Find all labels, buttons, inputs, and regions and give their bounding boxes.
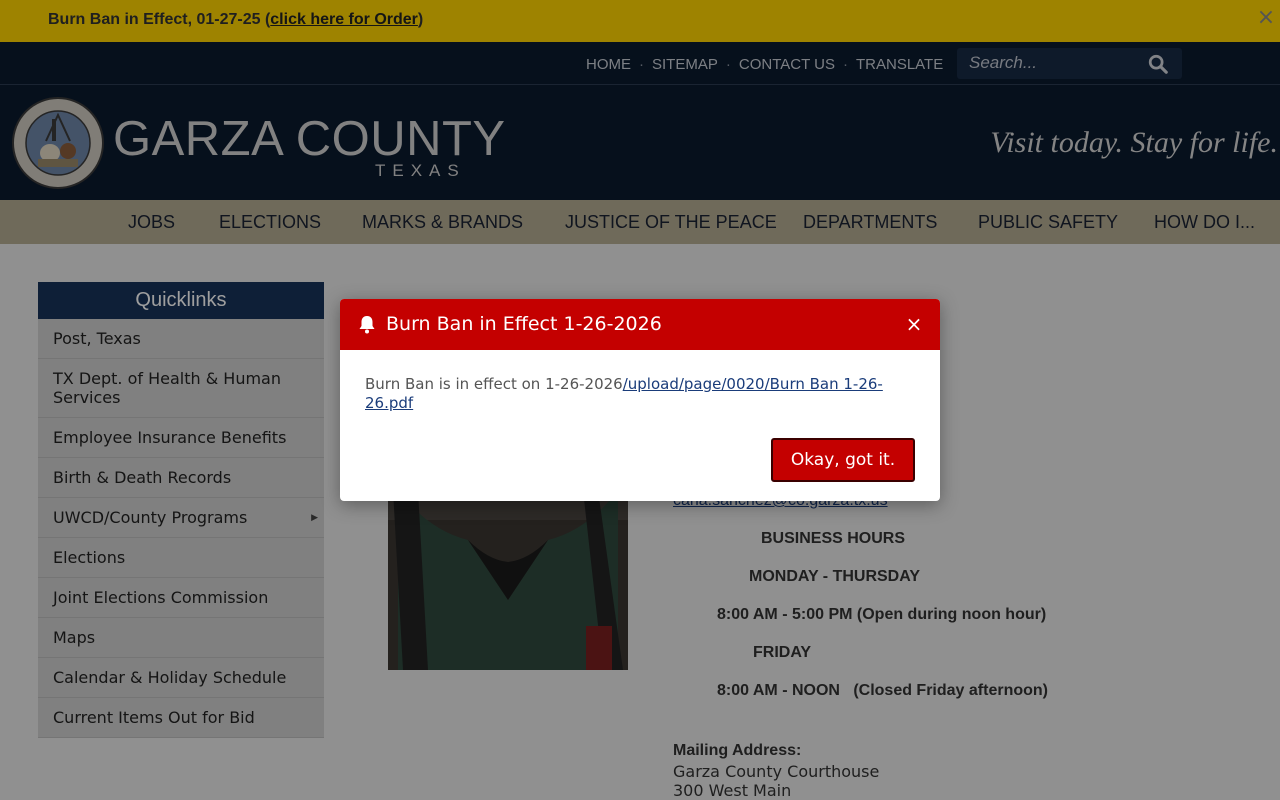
burn-ban-modal: Burn Ban in Effect 1-26-2026 × Burn Ban … (340, 299, 940, 501)
close-icon[interactable]: × (904, 313, 924, 335)
okay-button[interactable]: Okay, got it. (771, 438, 915, 482)
modal-title: Burn Ban in Effect 1-26-2026 (386, 313, 662, 335)
modal-header: Burn Ban in Effect 1-26-2026 × (340, 299, 940, 350)
modal-body-text: Burn Ban is in effect on 1-26-2026 (365, 375, 623, 393)
modal-body: Burn Ban is in effect on 1-26-2026/uploa… (365, 375, 915, 413)
bell-icon (359, 316, 375, 334)
